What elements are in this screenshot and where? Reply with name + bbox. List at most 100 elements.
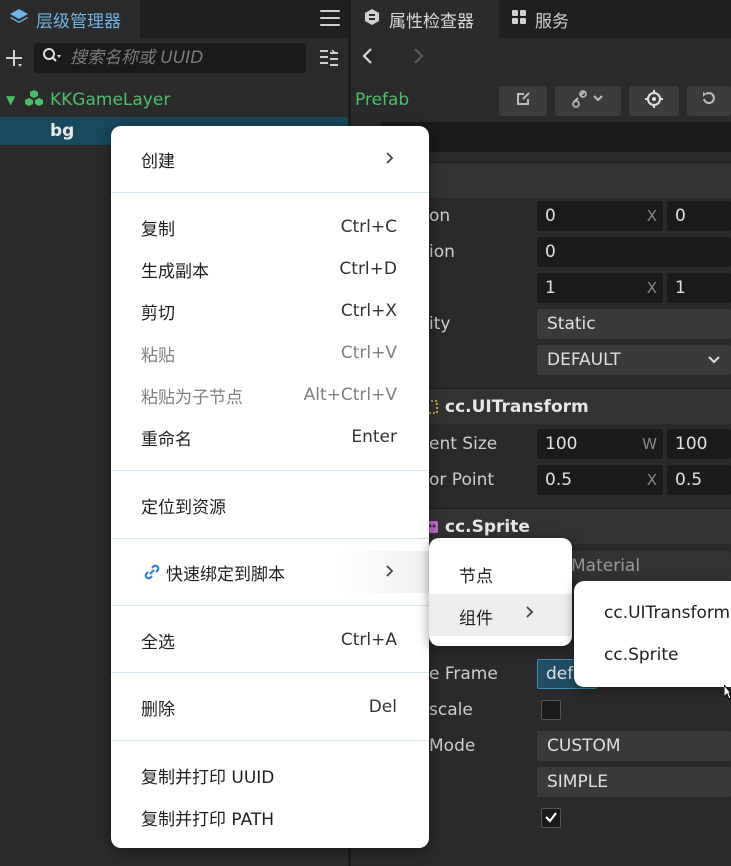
tab-services[interactable]: 服务 xyxy=(501,0,591,38)
prop-label: ion xyxy=(429,242,455,262)
chevron-right-icon xyxy=(385,149,395,170)
inspector-tabbar: 属性检查器 服务 xyxy=(351,0,731,38)
back-arrow-icon[interactable] xyxy=(361,46,375,71)
menu-item-create[interactable]: 创建 xyxy=(111,138,429,180)
submenu-item-node[interactable]: 节点 xyxy=(429,552,572,594)
tab-label: 属性检查器 xyxy=(389,11,474,32)
anchor-x-field[interactable]: 0.5 X xyxy=(537,465,663,495)
menu-separator xyxy=(111,538,429,539)
trim-checkbox[interactable] xyxy=(541,808,561,828)
menu-item-copy-path[interactable]: 复制并打印 PATH xyxy=(111,796,429,838)
select-value: SIMPLE xyxy=(547,772,608,792)
field-value: 0 xyxy=(675,206,686,226)
type-select[interactable]: SIMPLE xyxy=(537,767,731,797)
unlink-prefab-button[interactable] xyxy=(555,86,621,116)
menu-item-duplicate[interactable]: 生成副本 Ctrl+D xyxy=(111,248,429,290)
menu-item-cut[interactable]: 剪切 Ctrl+X xyxy=(111,290,429,332)
hamburger-menu-icon[interactable] xyxy=(320,10,340,28)
prop-label: scale xyxy=(429,700,473,720)
field-value: 0 xyxy=(545,206,556,226)
menu-item-label: cc.UITransform xyxy=(604,603,731,623)
field-value: 0 xyxy=(545,242,556,262)
select-value: CUSTOM xyxy=(547,736,621,756)
width-field[interactable]: 100 W xyxy=(537,429,663,459)
submenu-item-uitransform[interactable]: cc.UITransform xyxy=(574,593,731,635)
tab-label: 服务 xyxy=(535,11,569,32)
menu-separator xyxy=(111,192,429,193)
menu-item-shortcut: Ctrl+C xyxy=(340,217,397,237)
field-value: 0.5 xyxy=(675,470,703,490)
menu-item-label: 定位到资源 xyxy=(141,497,226,518)
menu-item-copy[interactable]: 复制 Ctrl+C xyxy=(111,206,429,248)
tree-item-root[interactable]: ▼ KKGameLayer xyxy=(0,86,348,114)
prop-label: ent Size xyxy=(429,434,498,454)
node-cluster-icon xyxy=(24,89,44,111)
field-value: 100 xyxy=(675,434,708,454)
field-value: 100 xyxy=(545,434,578,454)
field-value: 1 xyxy=(675,278,686,298)
search-icon[interactable] xyxy=(42,47,62,69)
scale-y-field[interactable]: 1 xyxy=(667,273,731,303)
menu-item-shortcut: Ctrl+X xyxy=(340,301,397,321)
forward-arrow-icon[interactable] xyxy=(411,46,425,71)
menu-item-shortcut: Del xyxy=(368,697,397,717)
menu-item-copy-uuid[interactable]: 复制并打印 UUID xyxy=(111,754,429,796)
locate-prefab-button[interactable] xyxy=(629,86,679,116)
mobility-select[interactable]: Static xyxy=(537,309,731,339)
search-box xyxy=(34,43,306,73)
prop-label: on xyxy=(429,206,451,226)
bind-submenu: 节点 组件 xyxy=(429,538,572,646)
layer-select[interactable]: DEFAULT xyxy=(537,345,731,375)
tab-hierarchy[interactable]: 层级管理器 xyxy=(0,0,140,38)
menu-item-paste-as-child[interactable]: 粘贴为子节点 Alt+Ctrl+V xyxy=(111,374,429,416)
prefab-row: Prefab xyxy=(351,84,731,118)
edit-prefab-button[interactable] xyxy=(499,86,547,116)
hierarchy-toolbar xyxy=(0,38,348,78)
menu-item-label: 剪切 xyxy=(141,303,175,324)
menu-item-shortcut: Ctrl+V xyxy=(340,343,397,363)
prop-label: Mode xyxy=(429,736,476,756)
menu-item-shortcut: Ctrl+A xyxy=(340,630,397,650)
target-icon xyxy=(644,89,664,113)
prop-label: ity xyxy=(429,314,451,334)
add-node-button[interactable] xyxy=(4,48,24,68)
node-name-input[interactable] xyxy=(381,122,731,152)
rotation-field[interactable]: 0 xyxy=(537,237,731,267)
components-submenu: cc.UITransform cc.Sprite xyxy=(574,581,731,687)
size-mode-select[interactable]: CUSTOM xyxy=(537,731,731,761)
menu-item-label: cc.Sprite xyxy=(604,645,679,665)
menu-item-label: 重命名 xyxy=(141,429,192,450)
menu-item-locate-asset[interactable]: 定位到资源 xyxy=(111,484,429,526)
tree-item-label: bg xyxy=(50,121,75,141)
anchor-y-field[interactable]: 0.5 xyxy=(667,465,731,495)
field-value: 1 xyxy=(545,278,556,298)
position-x-field[interactable]: 0X xyxy=(537,201,663,231)
submenu-item-component[interactable]: 组件 xyxy=(429,594,572,636)
hierarchy-title: 层级管理器 xyxy=(36,11,121,32)
menu-item-label: 粘贴为子节点 xyxy=(141,387,243,408)
scale-x-field[interactable]: 1X xyxy=(537,273,663,303)
menu-separator xyxy=(111,605,429,606)
menu-item-label: 快速绑定到脚本 xyxy=(166,564,285,585)
submenu-item-sprite[interactable]: cc.Sprite xyxy=(574,635,731,677)
menu-item-rename[interactable]: 重命名 Enter xyxy=(111,416,429,458)
sort-icon[interactable] xyxy=(318,49,340,67)
chevron-down-icon xyxy=(707,351,721,371)
expand-arrow-icon[interactable]: ▼ xyxy=(6,93,20,107)
grayscale-checkbox[interactable] xyxy=(541,700,561,720)
tab-inspector[interactable]: 属性检查器 xyxy=(351,0,499,38)
menu-item-delete[interactable]: 删除 Del xyxy=(111,686,429,728)
inspector-icon xyxy=(363,8,381,31)
axis-label: X xyxy=(646,279,657,297)
chevron-right-icon xyxy=(385,562,395,583)
search-input[interactable] xyxy=(70,48,280,68)
unlink-icon xyxy=(570,90,606,112)
menu-item-shortcut: Ctrl+D xyxy=(339,259,397,279)
height-field[interactable]: 100 xyxy=(667,429,731,459)
prop-label: e Frame xyxy=(429,664,498,684)
menu-item-select-all[interactable]: 全选 Ctrl+A xyxy=(111,619,429,661)
menu-item-quick-bind-script[interactable]: 快速绑定到脚本 xyxy=(111,551,429,593)
revert-prefab-button[interactable] xyxy=(687,86,731,116)
menu-item-paste[interactable]: 粘贴 Ctrl+V xyxy=(111,332,429,374)
position-y-field[interactable]: 0 xyxy=(667,201,731,231)
